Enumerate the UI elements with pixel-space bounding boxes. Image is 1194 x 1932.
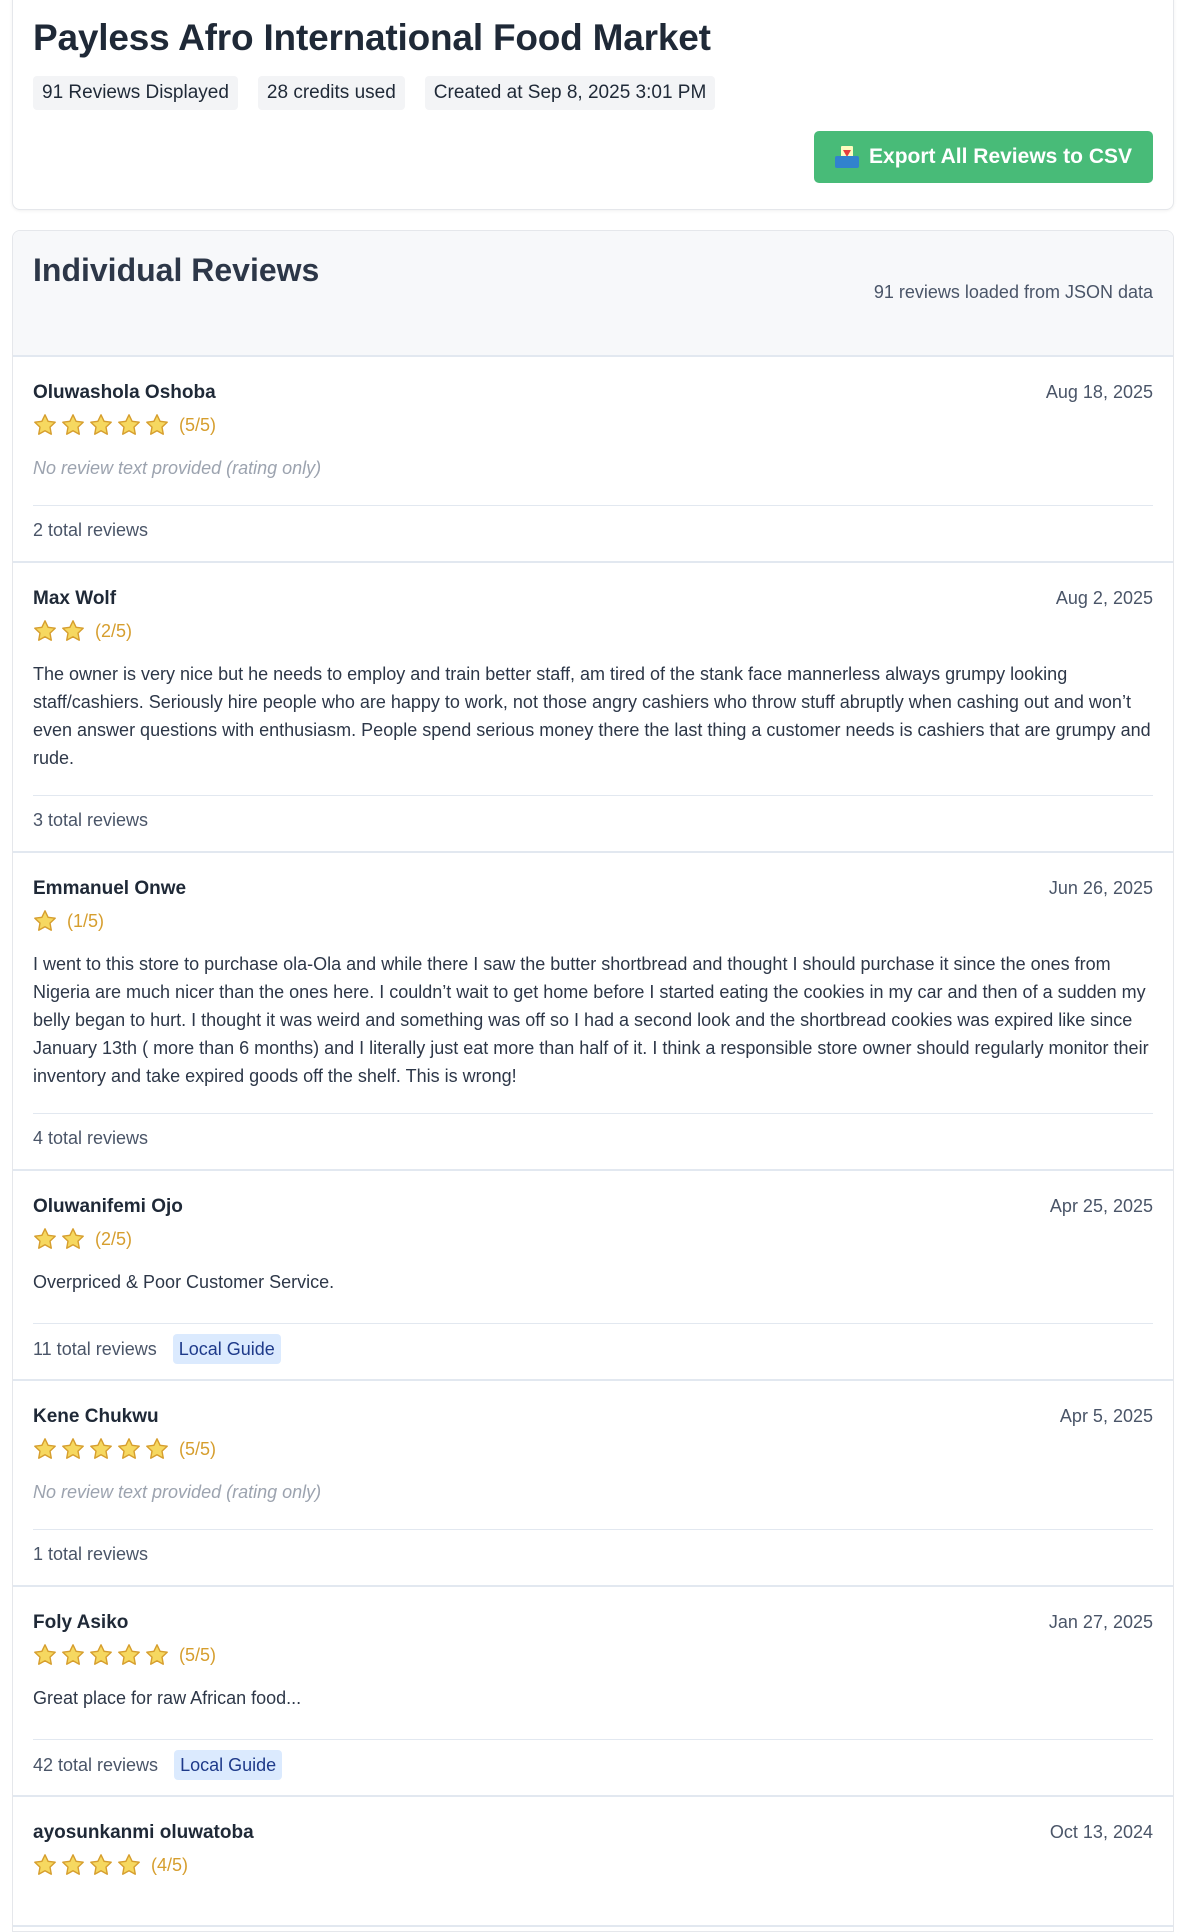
rating-label: (2/5) <box>95 1228 133 1249</box>
review-date: Aug 18, 2025 <box>1045 382 1153 402</box>
reviewer-name: Max Wolf <box>33 588 117 609</box>
rating-stars: (2/5) <box>33 1227 132 1251</box>
review-text: Overpriced & Poor Customer Service. <box>33 1272 335 1292</box>
total-reviews-count: 2 total reviews <box>33 520 149 540</box>
star-icon <box>34 1854 56 1875</box>
star-icon <box>146 414 168 435</box>
rating-stars: (4/5) <box>33 1853 188 1877</box>
star-icon <box>146 1644 168 1665</box>
reviews-header: Individual Reviews 91 reviews loaded fro… <box>13 231 1173 357</box>
total-reviews-count: 1 total reviews <box>33 1544 149 1564</box>
review-item: Oluwashola Oshoba Aug 18, 2025 (5/5) No rev… <box>13 357 1173 563</box>
star-icon <box>118 1644 140 1665</box>
no-text-placeholder: No review text provided (rating only) <box>33 1482 322 1502</box>
reviewer-name: ayosunkanmi oluwatoba <box>33 1822 254 1843</box>
star-icon <box>62 1438 84 1459</box>
section-title: Individual Reviews <box>33 252 320 288</box>
review-date: Apr 5, 2025 <box>1059 1406 1153 1426</box>
star-icon <box>146 1438 168 1459</box>
review-text: Great place for raw African food... <box>33 1688 302 1708</box>
star-icon <box>118 1854 140 1875</box>
total-reviews-count: 11 total reviews <box>33 1338 157 1359</box>
review-date: Aug 2, 2025 <box>1055 588 1153 608</box>
star-icon <box>62 620 84 641</box>
rating-stars: (5/5) <box>33 1643 216 1667</box>
review-list: Oluwashola Oshoba Aug 18, 2025 (5/5) No rev… <box>13 357 1173 1927</box>
review-footer: 1 total reviews <box>33 1529 1153 1565</box>
star-icon <box>62 1854 84 1875</box>
review-date: Apr 25, 2025 <box>1049 1196 1153 1216</box>
review-footer: 3 total reviews <box>33 795 1153 831</box>
reviews-panel: Individual Reviews 91 reviews loaded fro… <box>12 230 1174 1932</box>
star-icon <box>118 414 140 435</box>
star-icon <box>62 414 84 435</box>
star-icon <box>90 1644 112 1665</box>
rating-label: (5/5) <box>179 414 217 435</box>
star-icon <box>62 1228 84 1249</box>
reviewer-name: Emmanuel Onwe <box>33 878 187 899</box>
local-guide-badge: Local Guide <box>172 1334 281 1364</box>
star-icon <box>90 414 112 435</box>
summary-card: Payless Afro International Food Market 9… <box>12 0 1174 210</box>
star-icon <box>90 1854 112 1875</box>
export-button-label: Export All Reviews to CSV <box>869 145 1132 168</box>
local-guide-badge: Local Guide <box>174 1750 283 1780</box>
review-date: Jan 27, 2025 <box>1048 1612 1153 1632</box>
total-reviews-count: 3 total reviews <box>33 810 149 830</box>
meta-row: 91 Reviews Displayed 28 credits used Cre… <box>33 76 716 110</box>
rating-label: (5/5) <box>179 1644 217 1665</box>
reviewer-name: Oluwanifemi Ojo <box>33 1196 183 1217</box>
review-footer: 11 total reviews Local Guide <box>33 1323 1153 1364</box>
rating-label: (4/5) <box>151 1854 189 1875</box>
total-reviews-count: 4 total reviews <box>33 1128 149 1148</box>
star-icon <box>34 1228 56 1249</box>
page-title: Payless Afro International Food Market <box>33 17 711 58</box>
star-icon <box>90 1438 112 1459</box>
rating-stars: (5/5) <box>33 413 216 437</box>
reviewer-name: Kene Chukwu <box>33 1406 159 1427</box>
review-item: Max Wolf Aug 2, 2025 (2/5) The owner is ver… <box>13 563 1173 853</box>
star-icon <box>62 1644 84 1665</box>
credits-used-pill: 28 credits used <box>257 76 405 110</box>
inbox-tray-icon <box>835 146 860 168</box>
reviews-loaded-note: 91 reviews loaded from JSON data <box>873 282 1153 302</box>
review-footer: 42 total reviews Local Guide <box>33 1739 1153 1780</box>
export-csv-button[interactable]: Export All Reviews to CSV <box>814 131 1153 183</box>
review-footer: 4 total reviews <box>33 1113 1153 1149</box>
review-item: ayosunkanmi oluwatoba Oct 13, 2024 (4/5) <box>13 1797 1173 1927</box>
rating-label: (5/5) <box>179 1438 217 1459</box>
review-date: Jun 26, 2025 <box>1048 878 1153 898</box>
review-item: Foly Asiko Jan 27, 2025 (5/5) Great place f… <box>13 1587 1173 1797</box>
star-icon <box>34 414 56 435</box>
review-item: Kene Chukwu Apr 5, 2025 (5/5) No review tex… <box>13 1381 1173 1587</box>
rating-label: (2/5) <box>95 620 133 641</box>
rating-stars: (2/5) <box>33 619 132 643</box>
star-icon <box>34 1644 56 1665</box>
review-text: The owner is very nice but he needs to e… <box>33 664 1151 768</box>
star-icon <box>34 620 56 641</box>
reviews-displayed-pill: 91 Reviews Displayed <box>33 76 238 110</box>
star-icon <box>118 1438 140 1459</box>
review-item: Oluwanifemi Ojo Apr 25, 2025 (2/5) Overpric… <box>13 1171 1173 1381</box>
reviewer-name: Foly Asiko <box>33 1612 129 1633</box>
total-reviews-count: 42 total reviews <box>33 1754 159 1775</box>
review-footer: 2 total reviews <box>33 505 1153 541</box>
rating-stars: (5/5) <box>33 1437 216 1461</box>
review-date: Oct 13, 2024 <box>1049 1822 1153 1842</box>
review-text: I went to this store to purchase ola-Ola… <box>33 954 1149 1086</box>
review-item: Emmanuel Onwe Jun 26, 2025 (1/5) I went to … <box>13 853 1173 1171</box>
no-text-placeholder: No review text provided (rating only) <box>33 458 322 478</box>
star-icon <box>34 1438 56 1459</box>
rating-label: (1/5) <box>67 910 105 931</box>
star-icon <box>34 910 56 931</box>
rating-stars: (1/5) <box>33 909 104 933</box>
reviewer-name: Oluwashola Oshoba <box>33 382 216 403</box>
created-at-pill: Created at Sep 8, 2025 3:01 PM <box>424 76 716 110</box>
